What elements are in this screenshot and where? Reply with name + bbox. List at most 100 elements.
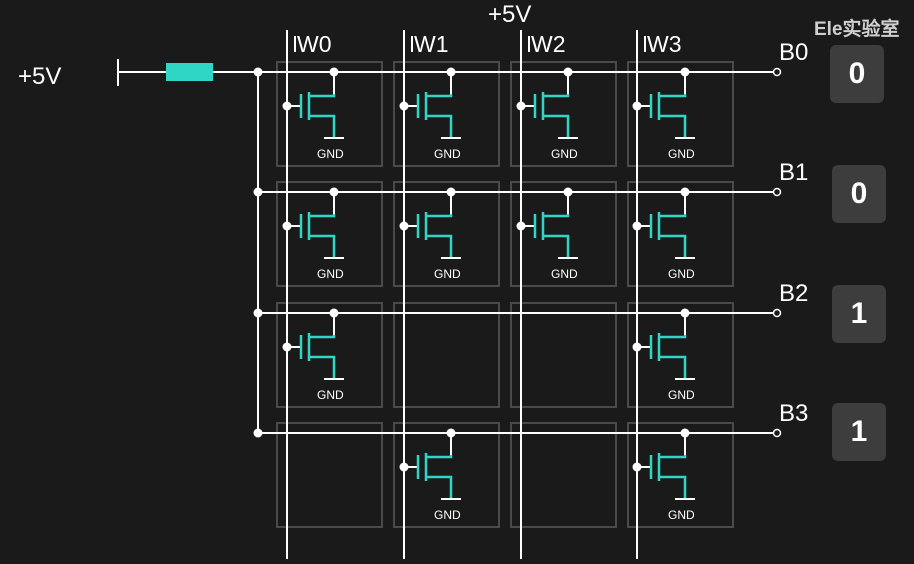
- supply-label-left: +5V: [18, 63, 61, 90]
- gate-junction-r1-c3: [632, 221, 642, 231]
- source-arm: [309, 355, 336, 379]
- circuit-canvas: GND GND GND GND GND GND GND GND GND GND GND GND +5V…: [18, 1, 808, 559]
- drain-junction-r0-c3: [680, 67, 690, 77]
- bit-label-1: B1: [779, 159, 808, 186]
- drain-junction-r2-c0: [329, 308, 339, 318]
- drain-arm: [659, 335, 687, 339]
- drain-junction-r0-c0: [329, 67, 339, 77]
- drain-arm: [309, 335, 336, 339]
- drain-arm: [426, 94, 453, 98]
- gate-junction-r3-c1: [399, 462, 409, 472]
- gnd-label: GND: [434, 147, 461, 161]
- source-arm: [543, 234, 570, 258]
- rom-circuit-diagram: GND GND GND GND GND GND GND GND GND GND GND GND +5V…: [0, 0, 914, 559]
- transistor-r0-c3: GND: [637, 72, 695, 161]
- transistor-r1-c2: GND: [521, 192, 578, 281]
- source-arm: [659, 475, 687, 499]
- drain-junction-r1-c1: [446, 187, 456, 197]
- gate-junction-r2-c3: [632, 342, 642, 352]
- cell-box-r2-c1: [393, 302, 500, 408]
- brand-watermark: Ele实验室: [814, 19, 900, 40]
- bus-junction-2: [253, 308, 263, 318]
- bit-terminal-3: [772, 428, 782, 438]
- gnd-label: GND: [668, 267, 695, 281]
- source-arm: [426, 234, 453, 258]
- transistor-r1-c3: GND: [637, 192, 695, 281]
- word-label-3: W3: [647, 31, 682, 57]
- cell-box-r3-c0: [276, 422, 383, 528]
- gnd-label: GND: [317, 267, 344, 281]
- transistor-r2-c3: GND: [637, 313, 695, 402]
- bit-terminal-0: [772, 67, 782, 77]
- drain-junction-r2-c3: [680, 308, 690, 318]
- source-arm: [543, 114, 570, 138]
- transistor-r0-c2: GND: [521, 72, 578, 161]
- gate-junction-r0-c1: [399, 101, 409, 111]
- output-box-b0: 0: [830, 45, 884, 103]
- transistor-r2-c0: GND: [287, 313, 344, 402]
- bit-label-0: B0: [779, 39, 808, 66]
- pull-up-resistor: [166, 63, 213, 81]
- cell-box-r2-c2: [510, 302, 617, 408]
- drain-junction-r3-c1: [446, 428, 456, 438]
- transistor-r3-c3: GND: [637, 433, 695, 522]
- drain-junction-r1-c2: [563, 187, 573, 197]
- output-box-b2: 1: [832, 285, 886, 343]
- gnd-label: GND: [434, 267, 461, 281]
- drain-junction-r3-c3: [680, 428, 690, 438]
- source-arm: [426, 114, 453, 138]
- bus-junction-0: [253, 67, 263, 77]
- gnd-label: GND: [551, 267, 578, 281]
- drain-arm: [659, 94, 687, 98]
- drain-junction-r0-c1: [446, 67, 456, 77]
- drain-arm: [309, 94, 336, 98]
- gnd-label: GND: [317, 388, 344, 402]
- gnd-label: GND: [551, 147, 578, 161]
- gate-junction-r0-c3: [632, 101, 642, 111]
- drain-arm: [659, 455, 687, 459]
- source-arm: [426, 475, 453, 499]
- source-arm: [309, 114, 336, 138]
- drain-arm: [543, 94, 570, 98]
- transistor-r0-c0: GND: [287, 72, 344, 161]
- gnd-label: GND: [668, 388, 695, 402]
- word-label-1: W1: [414, 31, 449, 57]
- drain-junction-r1-c3: [680, 187, 690, 197]
- bit-terminal-2: [772, 308, 782, 318]
- bit-label-3: B3: [779, 400, 808, 427]
- gate-junction-r1-c1: [399, 221, 409, 231]
- drain-arm: [543, 214, 570, 218]
- bit-label-2: B2: [779, 280, 808, 307]
- transistor-r3-c1: GND: [404, 433, 461, 522]
- transistor-r1-c1: GND: [404, 192, 461, 281]
- transistor-r0-c1: GND: [404, 72, 461, 161]
- output-box-b3: 1: [832, 403, 886, 461]
- bus-junction-3: [253, 428, 263, 438]
- drain-junction-r0-c2: [563, 67, 573, 77]
- gate-junction-r1-c0: [282, 221, 292, 231]
- drain-arm: [426, 455, 453, 459]
- transistor-r1-c0: GND: [287, 192, 344, 281]
- bit-terminal-1: [772, 187, 782, 197]
- gnd-label: GND: [317, 147, 344, 161]
- gate-junction-r0-c2: [516, 101, 526, 111]
- source-arm: [659, 234, 687, 258]
- word-label-0: W0: [297, 31, 332, 57]
- drain-junction-r1-c0: [329, 187, 339, 197]
- drain-arm: [309, 214, 336, 218]
- source-arm: [659, 114, 687, 138]
- gate-junction-r1-c2: [516, 221, 526, 231]
- gnd-label: GND: [668, 508, 695, 522]
- gnd-label: GND: [434, 508, 461, 522]
- drain-arm: [659, 214, 687, 218]
- gnd-label: GND: [668, 147, 695, 161]
- gate-junction-r3-c3: [632, 462, 642, 472]
- cell-box-r3-c2: [510, 422, 617, 528]
- drain-arm: [426, 214, 453, 218]
- gate-junction-r2-c0: [282, 342, 292, 352]
- gate-junction-r0-c0: [282, 101, 292, 111]
- output-box-b1: 0: [832, 165, 886, 223]
- bus-junction-1: [253, 187, 263, 197]
- source-arm: [309, 234, 336, 258]
- word-label-2: W2: [531, 31, 566, 57]
